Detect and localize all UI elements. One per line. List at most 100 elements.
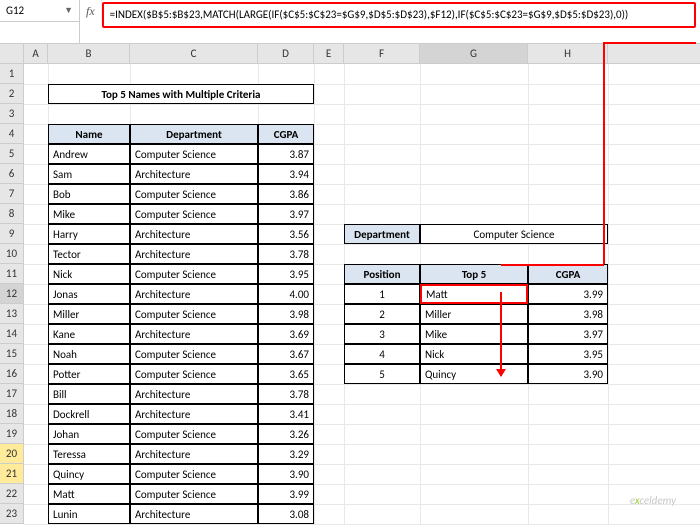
col-header-A[interactable]: A [24, 44, 48, 63]
col-header-B[interactable]: B [48, 44, 130, 63]
data-name[interactable]: Nick [48, 264, 130, 284]
data-dept[interactable]: Computer Science [130, 204, 258, 224]
data-dept[interactable]: Computer Science [130, 304, 258, 324]
side-pos-header[interactable]: Position [344, 264, 420, 284]
row-header-17[interactable]: 17 [0, 384, 24, 404]
data-dept[interactable]: Computer Science [130, 344, 258, 364]
data-dept[interactable]: Architecture [130, 324, 258, 344]
row-header-4[interactable]: 4 [0, 124, 24, 144]
data-cgpa[interactable]: 3.65 [258, 364, 314, 384]
data-cgpa[interactable]: 3.29 [258, 444, 314, 464]
data-dept[interactable]: Computer Science [130, 184, 258, 204]
side-name[interactable]: Mike [420, 324, 528, 344]
chevron-down-icon[interactable]: ▼ [64, 5, 73, 16]
data-name[interactable]: Potter [48, 364, 130, 384]
row-header-14[interactable]: 14 [0, 324, 24, 344]
col-header-D[interactable]: D [258, 44, 314, 63]
row-header-2[interactable]: 2 [0, 84, 24, 104]
data-name[interactable]: Dockrell [48, 404, 130, 424]
row-header-20[interactable]: 20 [0, 444, 24, 464]
data-cgpa[interactable]: 3.90 [258, 464, 314, 484]
side-cgpa[interactable]: 3.95 [528, 344, 608, 364]
row-header-15[interactable]: 15 [0, 344, 24, 364]
data-dept[interactable]: Architecture [130, 224, 258, 244]
data-cgpa[interactable]: 3.69 [258, 324, 314, 344]
data-dept[interactable]: Computer Science [130, 484, 258, 504]
row-header-12[interactable]: 12 [0, 284, 24, 304]
side-dept-value[interactable]: Computer Science [420, 224, 608, 244]
data-name[interactable]: Teressa [48, 444, 130, 464]
row-header-16[interactable]: 16 [0, 364, 24, 384]
data-cgpa[interactable]: 3.67 [258, 344, 314, 364]
row-header-6[interactable]: 6 [0, 164, 24, 184]
row-header-1[interactable]: 1 [0, 64, 24, 84]
data-dept[interactable]: Architecture [130, 444, 258, 464]
col-header-G[interactable]: G [420, 44, 528, 63]
data-cgpa[interactable]: 3.86 [258, 184, 314, 204]
data-dept[interactable]: Architecture [130, 504, 258, 524]
side-cgpa[interactable]: 3.97 [528, 324, 608, 344]
formula-input[interactable]: =INDEX($B$5:$B$23,MATCH(LARGE(IF($C$5:$C… [102, 2, 696, 28]
data-dept[interactable]: Computer Science [130, 424, 258, 444]
side-pos[interactable]: 4 [344, 344, 420, 364]
data-name[interactable]: Jonas [48, 284, 130, 304]
data-dept[interactable]: Computer Science [130, 144, 258, 164]
row-header-23[interactable]: 23 [0, 504, 24, 524]
side-dept-label[interactable]: Department [344, 224, 420, 244]
side-pos[interactable]: 1 [344, 284, 420, 304]
data-dept[interactable]: Architecture [130, 384, 258, 404]
col-header-C[interactable]: C [130, 44, 258, 63]
data-name[interactable]: Lunin [48, 504, 130, 524]
data-cgpa[interactable]: 3.26 [258, 424, 314, 444]
side-cgpa-header[interactable]: CGPA [528, 264, 608, 284]
page-title[interactable]: Top 5 Names with Multiple Criteria [48, 84, 314, 104]
side-name[interactable]: Matt [420, 284, 528, 304]
data-dept[interactable]: Architecture [130, 404, 258, 424]
side-name[interactable]: Quincy [420, 364, 528, 384]
data-dept[interactable]: Architecture [130, 244, 258, 264]
data-dept[interactable]: Architecture [130, 164, 258, 184]
side-pos[interactable]: 3 [344, 324, 420, 344]
row-header-9[interactable]: 9 [0, 224, 24, 244]
select-all-corner[interactable] [0, 44, 24, 63]
side-name[interactable]: Nick [420, 344, 528, 364]
data-cgpa[interactable]: 3.87 [258, 144, 314, 164]
data-cgpa[interactable]: 3.56 [258, 224, 314, 244]
name-box[interactable]: G12 ▼ [0, 0, 80, 22]
data-name[interactable]: Tector [48, 244, 130, 264]
data-name[interactable]: Sam [48, 164, 130, 184]
data-name[interactable]: Noah [48, 344, 130, 364]
data-cgpa[interactable]: 3.95 [258, 264, 314, 284]
side-top-header[interactable]: Top 5 [420, 264, 528, 284]
data-name[interactable]: Andrew [48, 144, 130, 164]
data-cgpa[interactable]: 4.00 [258, 284, 314, 304]
row-header-10[interactable]: 10 [0, 244, 24, 264]
row-header-18[interactable]: 18 [0, 404, 24, 424]
row-header-3[interactable]: 3 [0, 104, 24, 124]
fx-icon[interactable]: fx [80, 0, 102, 23]
data-cgpa[interactable]: 3.78 [258, 384, 314, 404]
spreadsheet-grid[interactable]: ABCDEFGH 1234567891011121314151617181920… [0, 44, 700, 529]
row-header-21[interactable]: 21 [0, 464, 24, 484]
data-dept[interactable]: Computer Science [130, 364, 258, 384]
data-cgpa[interactable]: 3.78 [258, 244, 314, 264]
data-name[interactable]: Miller [48, 304, 130, 324]
data-cgpa[interactable]: 3.08 [258, 504, 314, 524]
side-cgpa[interactable]: 3.90 [528, 364, 608, 384]
data-name[interactable]: Bill [48, 384, 130, 404]
row-header-11[interactable]: 11 [0, 264, 24, 284]
side-cgpa[interactable]: 3.98 [528, 304, 608, 324]
side-name[interactable]: Miller [420, 304, 528, 324]
col-header-H[interactable]: H [528, 44, 608, 63]
header-dept[interactable]: Department [130, 124, 258, 144]
data-name[interactable]: Bob [48, 184, 130, 204]
row-header-22[interactable]: 22 [0, 484, 24, 504]
data-cgpa[interactable]: 3.94 [258, 164, 314, 184]
data-dept[interactable]: Computer Science [130, 464, 258, 484]
header-cgpa[interactable]: CGPA [258, 124, 314, 144]
col-header-E[interactable]: E [314, 44, 344, 63]
data-name[interactable]: Harry [48, 224, 130, 244]
data-name[interactable]: Johan [48, 424, 130, 444]
row-header-13[interactable]: 13 [0, 304, 24, 324]
data-name[interactable]: Matt [48, 484, 130, 504]
